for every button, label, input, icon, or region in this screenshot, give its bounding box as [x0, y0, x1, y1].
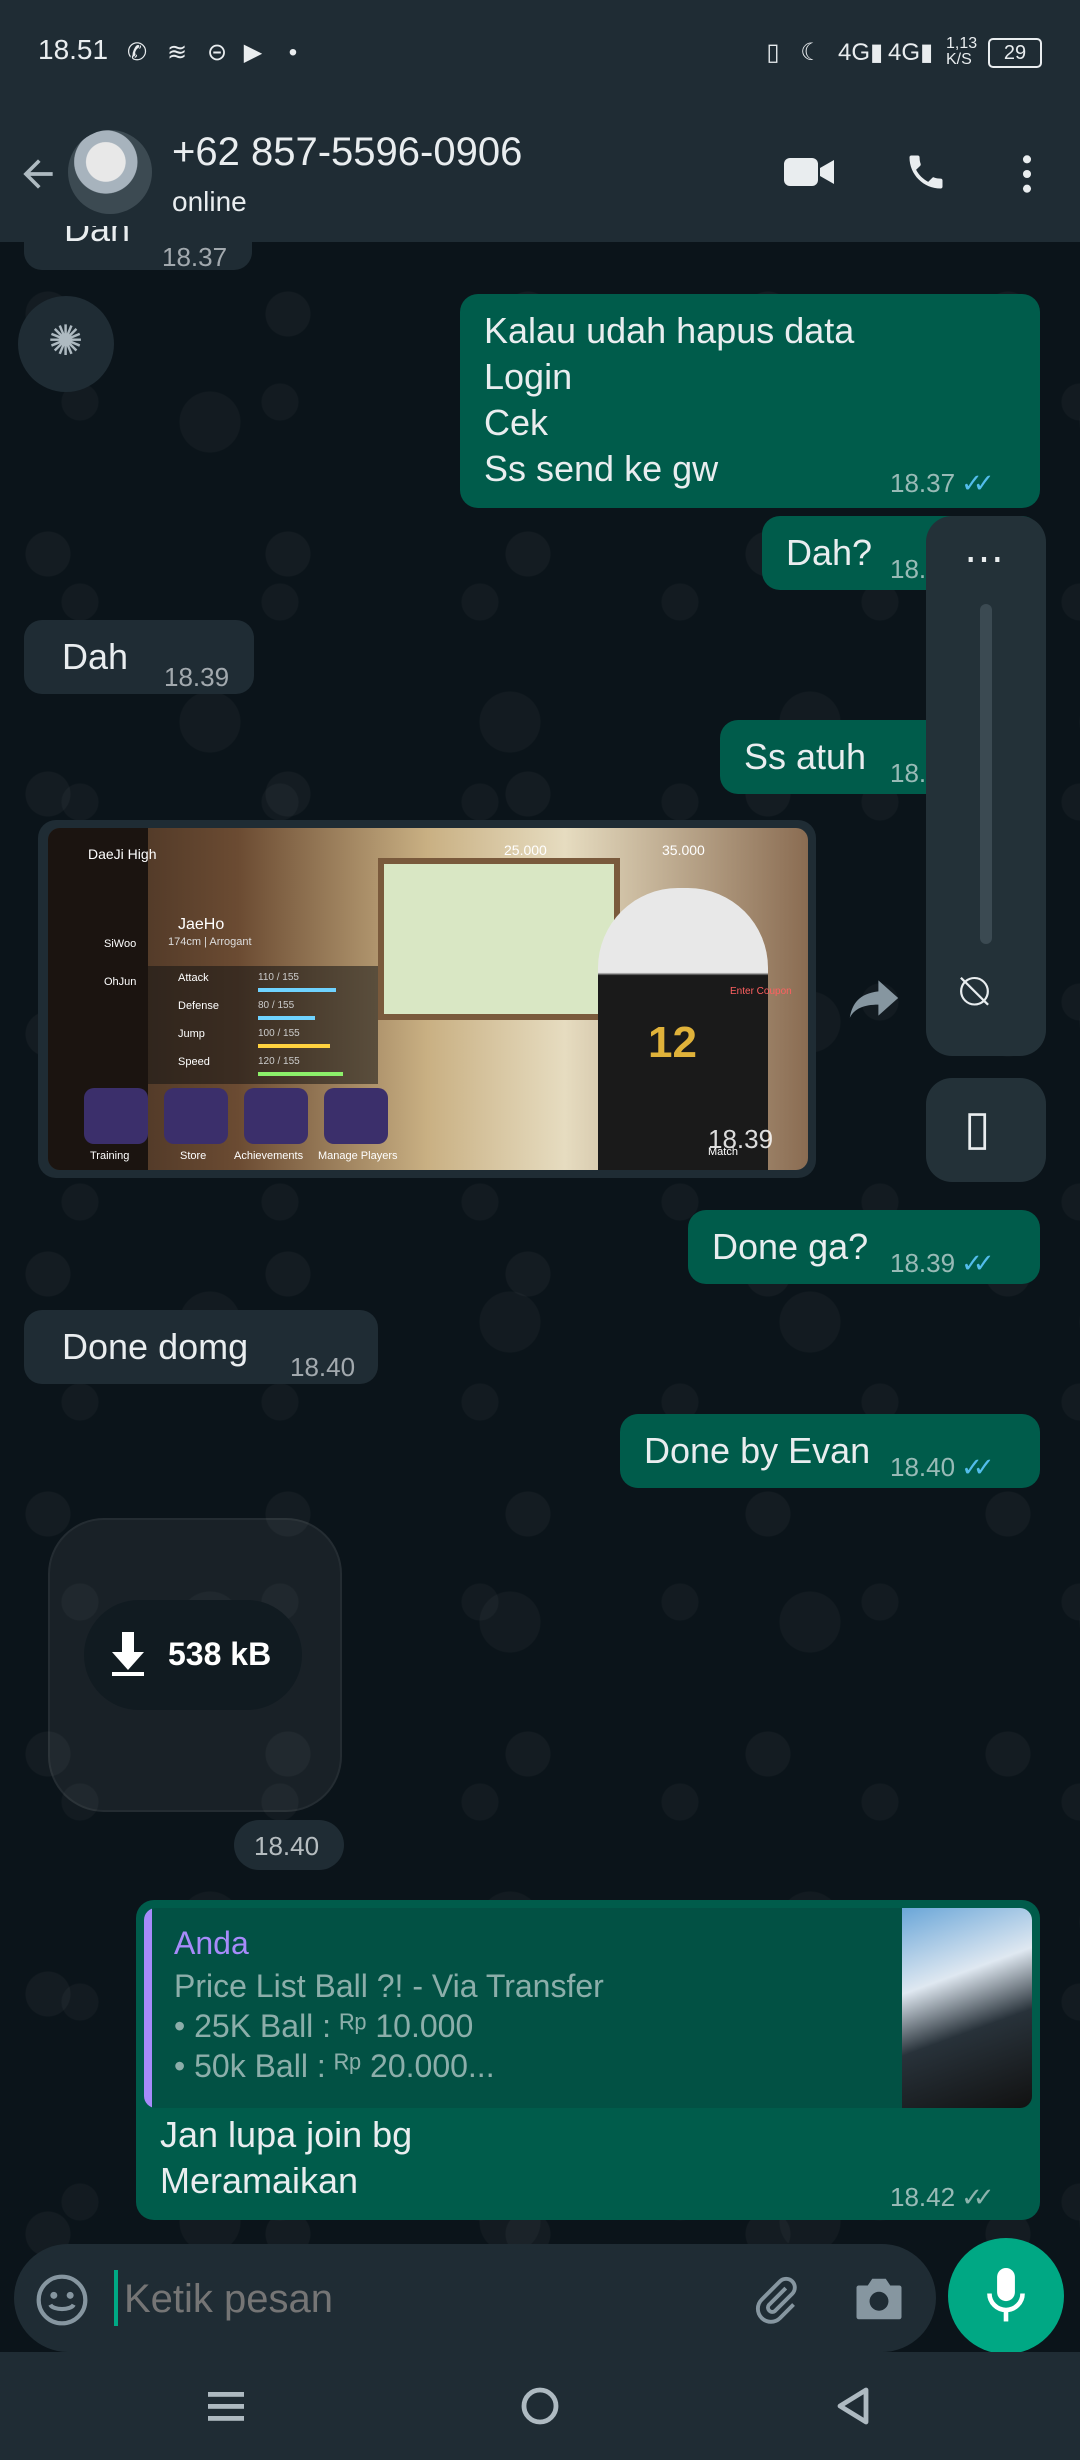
message-time: 18.40 — [290, 1352, 356, 1382]
back-arrow-icon[interactable] — [16, 152, 60, 196]
message-text: Done by Evan — [644, 1430, 871, 1471]
forward-icon[interactable] — [846, 976, 902, 1020]
message-time: 18.42 ✓✓ — [890, 2174, 994, 2220]
message-text: Done domg — [62, 1326, 249, 1367]
floating-volume-panel[interactable]: ⋯ ⍉ — [926, 516, 1046, 1056]
delivered-ticks-icon: ✓✓ — [961, 2182, 994, 2212]
stat-bar — [258, 1044, 330, 1048]
game-money-2: 35.000 — [662, 842, 705, 858]
recent-apps-icon[interactable] — [208, 2388, 244, 2424]
contact-avatar[interactable] — [68, 130, 152, 214]
vibrate-icon: ▯ — [766, 39, 780, 66]
status-bar: 18.51 ✆ ≋ ⊝ ▶ • ▯ ☾ 4G▮ 4G▮ 1,13 K/S 29 — [0, 0, 1080, 108]
game-school: DaeJi High — [88, 846, 157, 862]
message-out[interactable]: Done ga? 18.39 ✓✓ — [688, 1210, 1040, 1284]
game-stats-panel: Attack 110 / 155 Defense 80 / 155 Jump 1… — [148, 966, 378, 1084]
stat-bar — [258, 1016, 315, 1020]
game-player-2: OhJun — [104, 976, 137, 988]
volume-slider[interactable] — [980, 604, 992, 944]
image-window — [378, 858, 620, 1020]
signal-4g-icon-2: 4G▮ — [888, 39, 934, 66]
dot-icon: • — [288, 39, 298, 66]
whatsapp-icon: ✆ — [126, 39, 148, 66]
voice-call-icon[interactable] — [904, 150, 948, 194]
message-text: Done ga? — [712, 1226, 869, 1267]
message-in[interactable]: Done domg 18.40 — [24, 1310, 378, 1384]
more-options-icon[interactable] — [1012, 152, 1042, 196]
stat-bar — [258, 988, 336, 992]
navigation-bar — [0, 2352, 1080, 2460]
signal-4g-icon: 4G▮ — [838, 39, 884, 66]
vibrate-toggle[interactable]: ▯ — [926, 1078, 1046, 1182]
sticker-time-pill: 18.40 — [234, 1820, 344, 1870]
message-in[interactable]: Dah 18.37 — [24, 226, 252, 270]
quote-author: Anda — [174, 1925, 249, 1961]
voice-record-button[interactable] — [948, 2238, 1064, 2354]
message-out[interactable]: Kalau udah hapus data Login Cek Ss send … — [460, 294, 1040, 508]
message-in[interactable]: Dah 18.39 — [24, 620, 254, 694]
battery-icon: 29 — [988, 38, 1042, 68]
download-arrow-icon — [112, 1632, 144, 1676]
more-dots-icon[interactable]: ⋯ — [964, 536, 1004, 582]
message-time: 18.39 ✓✓ — [890, 1240, 994, 1286]
message-out[interactable]: Done by Evan 18.40 ✓✓ — [620, 1414, 1040, 1488]
home-icon[interactable] — [520, 2386, 560, 2426]
stat-bar — [258, 1072, 343, 1076]
quote-thumbnail-image — [902, 1908, 1032, 2108]
game-coupon: Enter Coupon — [730, 986, 792, 997]
youtube-icon: ▶ — [243, 39, 263, 66]
contact-name[interactable]: +62 857-5596-0906 — [172, 130, 522, 175]
attach-icon[interactable] — [750, 2274, 802, 2326]
message-time: 18.39 — [164, 662, 230, 692]
message-time: 18.39 — [708, 1124, 774, 1154]
message-composer — [14, 2244, 936, 2352]
message-time: 18.37 — [162, 242, 228, 270]
message-text: Dah — [62, 636, 129, 677]
network-speed: 1,13 K/S — [946, 35, 978, 68]
game-button-row: Training Store Achievements Manage Playe… — [84, 1088, 414, 1168]
video-call-icon[interactable] — [784, 152, 836, 192]
message-text: Dah? — [786, 532, 873, 573]
game-screenshot-image[interactable]: DaeJi High 25.000 35.000 JaeHo 174cm | A… — [48, 828, 808, 1170]
app-notification-icon: ≋ — [166, 39, 188, 66]
emoji-icon[interactable] — [34, 2272, 90, 2328]
download-size: 538 kB — [168, 1636, 272, 1672]
message-text: Kalau udah hapus data Login Cek Ss send … — [484, 310, 855, 489]
lightbulb-icon: ✺ — [48, 317, 84, 364]
read-ticks-icon: ✓✓ — [961, 468, 994, 498]
message-text: Ss atuh — [744, 736, 867, 777]
message-text: Jan lupa join bg Meramaikan — [160, 2114, 413, 2201]
read-ticks-icon: ✓✓ — [961, 1452, 994, 1482]
tips-button[interactable]: ✺ — [18, 296, 114, 392]
game-jersey-number: 12 — [648, 1018, 697, 1067]
mute-notification-icon[interactable]: ⍉ — [960, 964, 989, 1020]
chat-header: +62 857-5596-0906 online — [0, 108, 1080, 242]
quote-text: Price List Ball ?! - Via Transfer • 25K … — [174, 1968, 604, 2084]
game-char-name: JaeHo — [178, 916, 225, 933]
microphone-icon — [987, 2268, 1025, 2322]
status-time: 18.51 — [38, 34, 109, 65]
vibrate-icon: ▯ — [964, 1102, 991, 1155]
read-ticks-icon: ✓✓ — [961, 1248, 994, 1278]
download-button[interactable]: 538 kB — [84, 1600, 302, 1710]
message-text: Dah — [64, 226, 131, 249]
message-time: 18.37 ✓✓ — [890, 460, 994, 506]
quote-accent-bar — [144, 1908, 152, 2108]
game-money-1: 25.000 — [504, 842, 547, 858]
camera-icon[interactable] — [852, 2274, 906, 2324]
link-icon: ⊝ — [206, 39, 228, 66]
game-player-1: SiWoo — [104, 938, 137, 950]
game-char-info: 174cm | Arrogant — [168, 936, 252, 948]
quoted-message[interactable]: Anda Price List Ball ?! - Via Transfer •… — [144, 1908, 1032, 2108]
message-time: 18.40 ✓✓ — [890, 1444, 994, 1490]
reply-message[interactable]: Anda Price List Ball ?! - Via Transfer •… — [136, 1900, 1040, 2220]
back-icon[interactable] — [834, 2386, 870, 2426]
message-input[interactable] — [122, 2268, 726, 2330]
contact-status: online — [172, 186, 247, 217]
text-cursor — [114, 2270, 118, 2326]
moon-icon: ☾ — [800, 39, 822, 66]
